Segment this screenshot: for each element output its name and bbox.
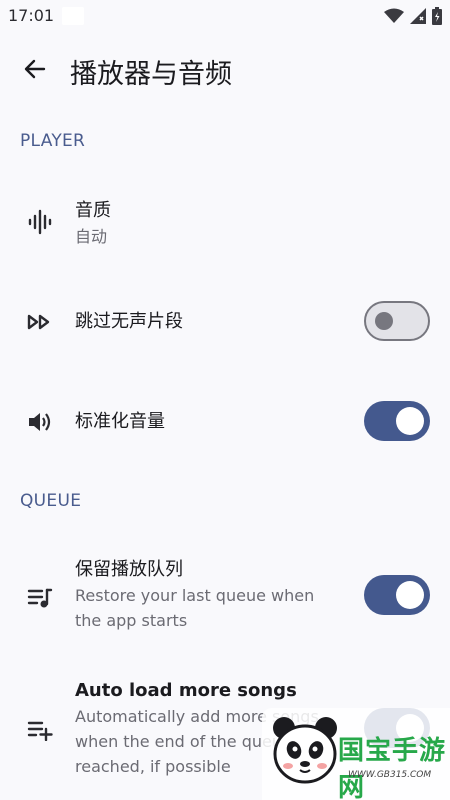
- status-time: 17:01: [8, 6, 55, 25]
- fast-forward-icon: [24, 306, 56, 338]
- notification-icon: [62, 7, 84, 25]
- queue-music-icon: [24, 582, 56, 614]
- toggle-knob: [396, 581, 424, 609]
- pref-normalize-volume-text: 标准化音量: [75, 409, 343, 435]
- pref-skip-silence[interactable]: 跳过无声片段: [0, 296, 450, 352]
- pref-title: 标准化音量: [75, 411, 165, 432]
- pref-title: 保留播放队列: [75, 559, 183, 580]
- pref-audio-quality-text: 音质 自动: [75, 198, 343, 249]
- back-button[interactable]: [18, 54, 52, 88]
- pref-title: Auto load more songs: [75, 680, 297, 701]
- status-bar: 17:01: [0, 0, 450, 32]
- pref-summary: 自动: [75, 227, 108, 246]
- toggle-knob: [375, 312, 393, 330]
- arrow-back-icon: [23, 57, 47, 85]
- pref-title: 音质: [75, 200, 111, 221]
- watermark: 国宝手游网 WWW.GB315.COM: [262, 708, 450, 800]
- pref-title: 跳过无声片段: [75, 311, 183, 332]
- watermark-text: 国宝手游网: [338, 736, 447, 800]
- watermark-url: WWW.GB315.COM: [348, 770, 432, 780]
- pref-summary: Restore your last queue when the app sta…: [75, 586, 315, 630]
- graphic-eq-icon: [24, 206, 56, 238]
- persistent-queue-toggle[interactable]: [364, 575, 430, 615]
- normalize-volume-toggle[interactable]: [364, 401, 430, 441]
- pref-audio-quality[interactable]: 音质 自动: [0, 186, 450, 266]
- pref-skip-silence-text: 跳过无声片段: [75, 309, 343, 335]
- pref-persistent-queue-text: 保留播放队列 Restore your last queue when the …: [75, 557, 343, 633]
- battery-icon: [432, 7, 442, 25]
- status-icons: [384, 7, 442, 25]
- playlist-add-icon: [24, 714, 56, 746]
- section-header-player: PLAYER: [20, 131, 86, 151]
- section-header-queue: QUEUE: [20, 491, 82, 511]
- toggle-knob: [396, 407, 424, 435]
- page-title: 播放器与音频: [70, 59, 232, 90]
- pref-persistent-queue[interactable]: 保留播放队列 Restore your last queue when the …: [0, 552, 450, 642]
- pref-normalize-volume[interactable]: 标准化音量: [0, 396, 450, 452]
- skip-silence-toggle[interactable]: [364, 301, 430, 341]
- panda-logo-icon: [273, 717, 337, 784]
- wifi-icon: [384, 8, 404, 24]
- app-bar: 播放器与音频: [0, 40, 450, 102]
- signal-icon: [410, 8, 426, 24]
- volume-up-icon: [24, 406, 56, 438]
